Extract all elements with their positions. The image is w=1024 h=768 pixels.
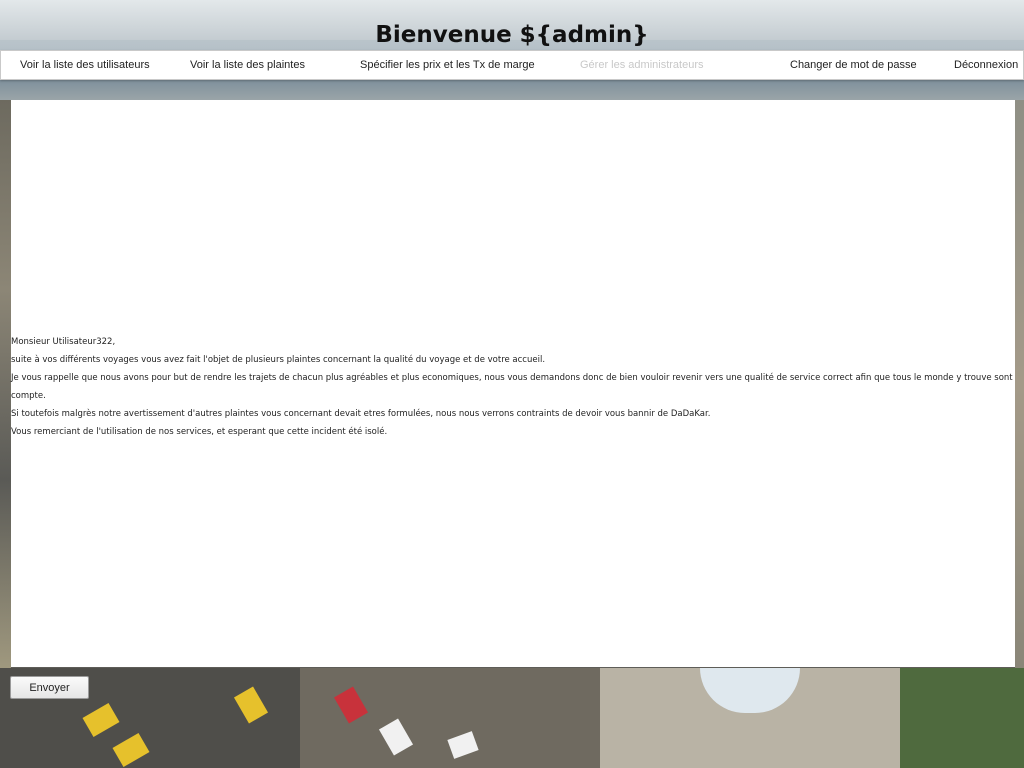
nav-prices-margins-link[interactable]: Spécifier les prix et les Tx de marge (360, 51, 535, 79)
page-title: Bienvenue ${admin} (375, 22, 649, 48)
nav-users-list-link[interactable]: Voir la liste des utilisateurs (20, 51, 150, 79)
nav-manage-admins-link: Gérer les administrateurs (580, 59, 704, 71)
nav-change-password-link[interactable]: Changer de mot de passe (790, 51, 917, 79)
main-nav-bar: Voir la liste des utilisateurs Voir la l… (0, 50, 1024, 80)
letter-closing: Vous remerciant de l'utilisation de nos … (11, 427, 388, 437)
letter-paragraph: Je vous rappelle que nous avons pour but… (11, 373, 1013, 401)
warning-letter: Monsieur Utilisateur322, suite à vos dif… (11, 333, 1015, 441)
nav-complaints-list-link[interactable]: Voir la liste des plaintes (190, 51, 305, 79)
letter-greeting: Monsieur Utilisateur322, (11, 337, 116, 347)
letter-paragraph: Si toutefois malgrès notre avertissement… (11, 409, 711, 419)
nav-logout-link[interactable]: Déconnexion (954, 51, 1018, 79)
letter-paragraph: suite à vos différents voyages vous avez… (11, 355, 546, 365)
message-panel: Monsieur Utilisateur322, suite à vos dif… (11, 100, 1015, 667)
send-button[interactable]: Envoyer (10, 676, 89, 699)
